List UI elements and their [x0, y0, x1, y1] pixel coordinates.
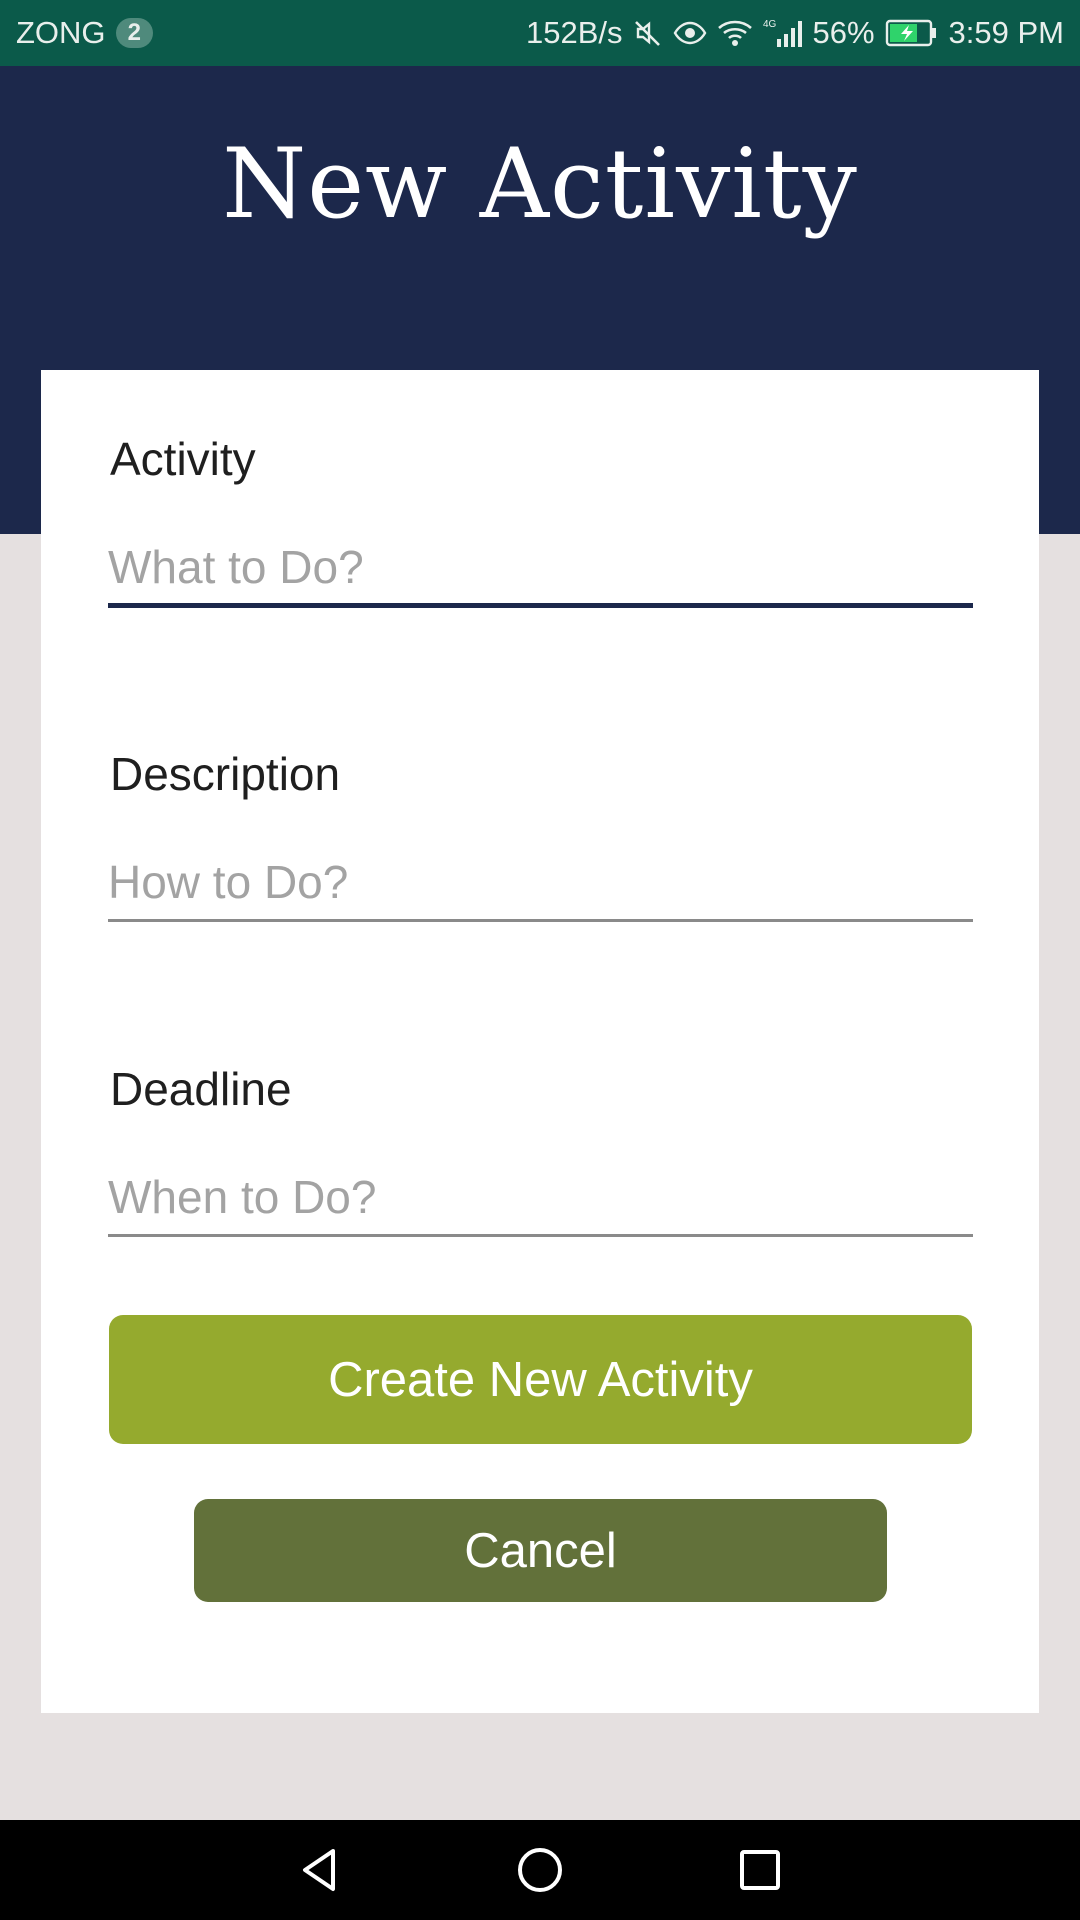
mute-icon [633, 18, 663, 48]
back-icon[interactable] [288, 1838, 352, 1902]
deadline-input[interactable] [108, 1161, 972, 1233]
carrier-name: ZONG [16, 15, 106, 50]
status-left: ZONG 2 [16, 15, 153, 51]
battery-percent: 56% [812, 15, 875, 50]
activity-label: Activity [110, 433, 256, 485]
navigation-bar [0, 1820, 1080, 1920]
activity-underline [108, 603, 973, 608]
create-activity-button[interactable]: Create New Activity [109, 1315, 972, 1444]
status-right: 152B/s 4G 56% 3:59 PM [526, 15, 1064, 51]
cancel-button[interactable]: Cancel [194, 1499, 887, 1602]
wifi-icon [717, 18, 753, 48]
4g-signal-icon: 4G [763, 17, 803, 49]
status-bar: ZONG 2 152B/s 4G 56% 3:59 PM [0, 0, 1080, 66]
activity-input[interactable] [108, 531, 972, 603]
sim-badge: 2 [115, 18, 153, 48]
deadline-underline [108, 1234, 973, 1237]
battery-charging-icon [885, 19, 939, 47]
recents-icon[interactable] [728, 1838, 792, 1902]
home-icon[interactable] [508, 1838, 572, 1902]
eye-icon [673, 18, 707, 48]
clock: 3:59 PM [948, 15, 1064, 50]
network-speed: 152B/s [525, 15, 623, 50]
page-title: New Activity [222, 128, 858, 240]
description-label: Description [110, 748, 341, 800]
svg-text:4G: 4G [763, 19, 777, 30]
description-underline [108, 919, 973, 922]
description-input[interactable] [108, 846, 972, 918]
deadline-label: Deadline [110, 1063, 292, 1115]
